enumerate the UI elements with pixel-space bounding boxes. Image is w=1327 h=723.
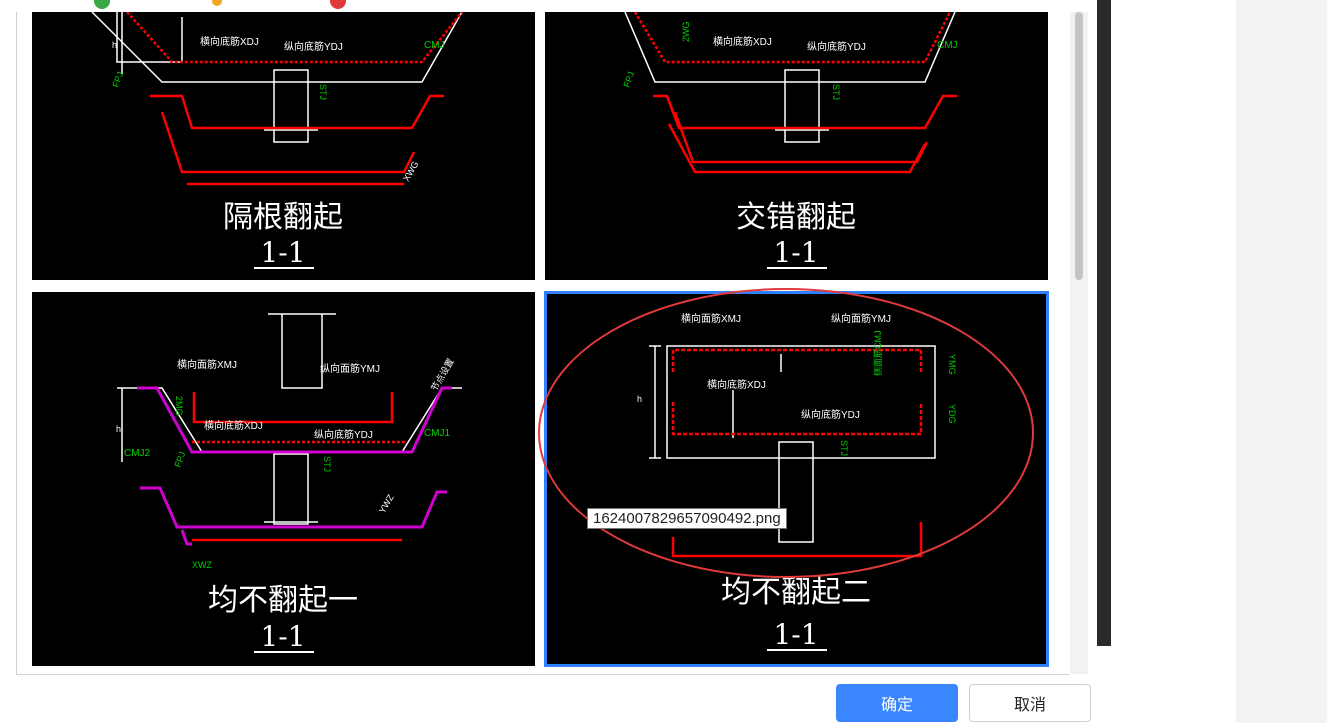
caption-section: 1-1 bbox=[260, 236, 305, 269]
label-ydj: 纵向底筋YDJ bbox=[801, 408, 860, 421]
label-xdj-text: 横向底筋XDJ bbox=[200, 35, 259, 48]
caption-section: 1-1 bbox=[773, 236, 818, 269]
label-dim-ymg: YMG bbox=[947, 354, 957, 375]
label-ywz: YWZ bbox=[377, 492, 396, 515]
cancel-button[interactable]: 取消 bbox=[969, 684, 1091, 722]
label-xmj: 横向面筋XMJ bbox=[681, 312, 741, 325]
label-stj: STJ bbox=[318, 84, 328, 100]
label-fpj: FPJ bbox=[110, 70, 125, 88]
label-xwz: XWZ bbox=[192, 560, 212, 570]
label-cmj: CMJ bbox=[937, 40, 958, 51]
label-stj: STJ bbox=[322, 456, 332, 472]
label-dim-w: 2MG bbox=[174, 396, 184, 416]
thumbnail-jiaocuo-fanqi[interactable]: 横向底筋XDJ 纵向底筋YDJ CMJ FPJ STJ 2WG 交错翻起 1-1 bbox=[545, 12, 1048, 280]
caption-title: 均不翻起一 bbox=[208, 583, 358, 618]
caption-title: 隔根翻起 bbox=[223, 200, 343, 235]
label-dim-h: h bbox=[116, 424, 121, 434]
dialog-dark-edge bbox=[1097, 0, 1111, 646]
thumbnail-gegen-fanqi[interactable]: 横向底筋XDJ 纵向底筋YDJ CMJ FPJ STJ h XWG 隔根翻起 1… bbox=[32, 12, 535, 280]
label-ydj: 纵向底筋YDJ bbox=[807, 40, 866, 53]
label-ymj: 纵向面筋YMJ bbox=[831, 312, 891, 325]
filename-tooltip: 1624007829657090492.png bbox=[587, 508, 787, 529]
green-app-icon[interactable] bbox=[94, 0, 110, 9]
label-cmj2: CMJ2 bbox=[124, 448, 151, 459]
label-dim-w: 2WG bbox=[681, 21, 691, 42]
caption-title: 交错翻起 bbox=[736, 200, 856, 235]
label-ydj: 纵向底筋YDJ bbox=[314, 428, 373, 441]
label-fpj: FPJ bbox=[621, 70, 636, 88]
red-app-icon[interactable] bbox=[330, 0, 346, 9]
label-dim-h: h bbox=[637, 394, 642, 404]
thumbnail-jun-bu-fanqi-1[interactable]: 横向面筋XMJ 纵向面筋YMJ 横向底筋XDJ 纵向底筋YDJ CMJ1 CMJ… bbox=[32, 292, 535, 666]
label-side: XWG bbox=[401, 159, 420, 183]
caption-section: 1-1 bbox=[773, 618, 818, 651]
label-fpj: FPJ bbox=[172, 450, 187, 468]
caption-section: 1-1 bbox=[260, 620, 305, 653]
right-side-panel bbox=[1236, 0, 1327, 723]
label-ymj: 纵向面筋YMJ bbox=[320, 362, 380, 375]
label-xmj: 横向面筋XMJ bbox=[177, 358, 237, 371]
label-dim-h: h bbox=[112, 40, 117, 50]
scrollbar-thumb[interactable] bbox=[1075, 12, 1083, 280]
label-cmj: 侧面筋CMJ bbox=[872, 331, 883, 377]
orange-app-icon[interactable] bbox=[212, 0, 222, 6]
label-dim-ydg: YDG bbox=[947, 404, 957, 424]
confirm-button[interactable]: 确定 bbox=[836, 684, 958, 722]
label-xdj: 横向底筋XDJ bbox=[713, 35, 772, 48]
caption-title: 均不翻起二 bbox=[721, 575, 871, 610]
label-xdj: 横向底筋XDJ bbox=[200, 35, 259, 48]
label-stj: STJ bbox=[839, 440, 849, 456]
vertical-scrollbar[interactable] bbox=[1070, 12, 1088, 674]
thumbnail-jun-bu-fanqi-2[interactable]: 横向面筋XMJ 纵向面筋YMJ 横向底筋XDJ 纵向底筋YDJ 侧面筋CMJ S… bbox=[544, 291, 1049, 667]
label-xdj: 横向底筋XDJ bbox=[707, 378, 766, 391]
label-stj: STJ bbox=[831, 84, 841, 100]
label-ydj: 纵向底筋YDJ bbox=[284, 40, 343, 53]
label-cmj: CMJ bbox=[424, 40, 445, 51]
label-xdj: 横向底筋XDJ bbox=[204, 419, 263, 432]
label-cmj1: CMJ1 bbox=[424, 428, 451, 439]
